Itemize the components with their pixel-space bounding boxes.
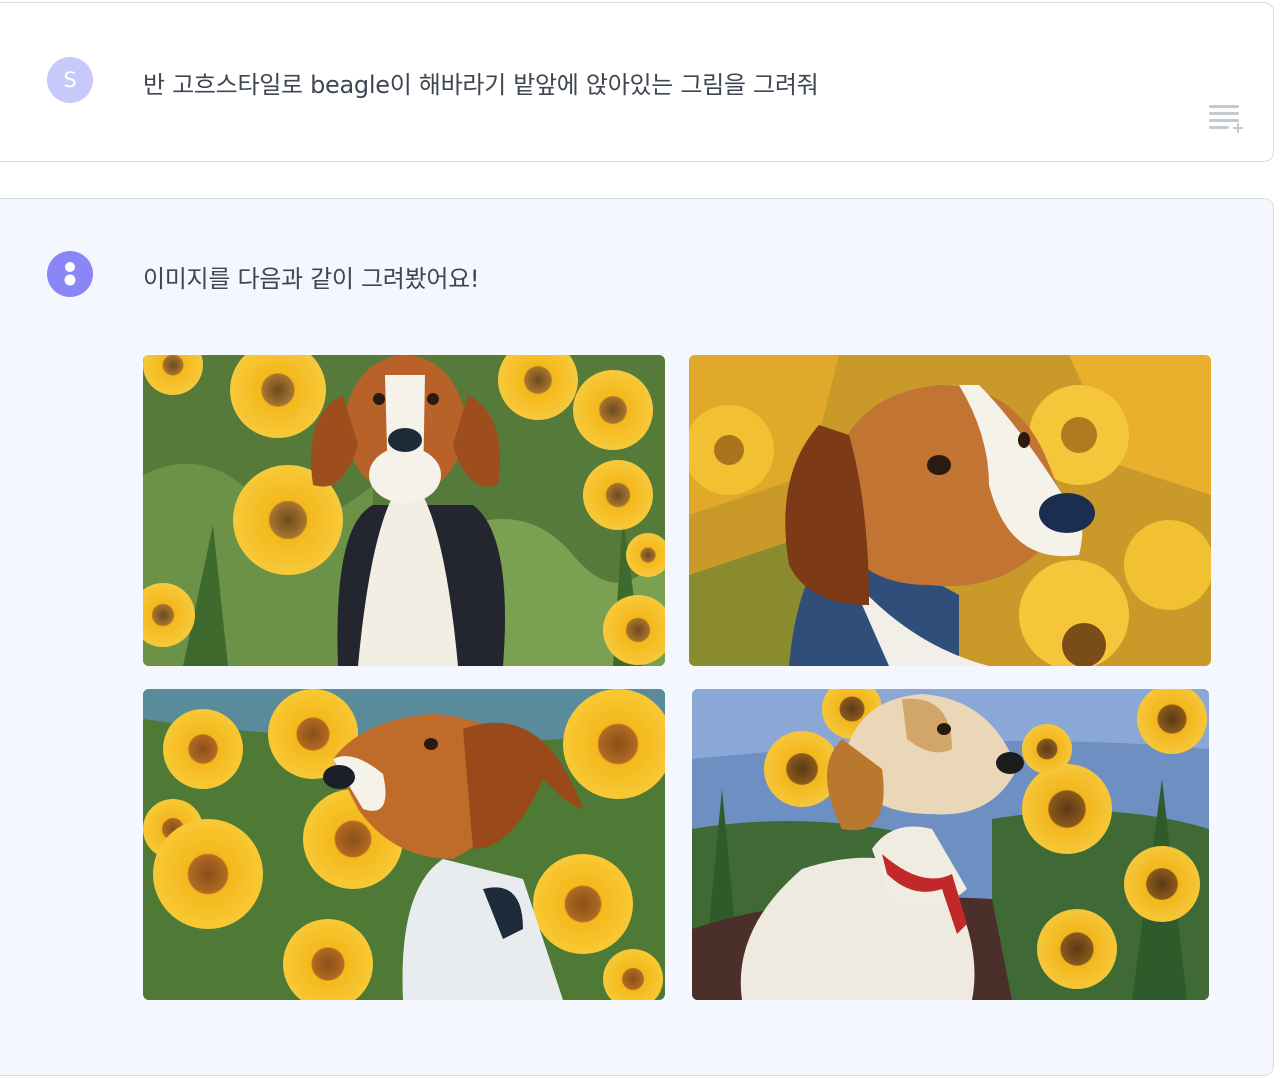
generated-image-grid (143, 355, 1211, 1000)
generated-image-3[interactable] (143, 689, 665, 1000)
assistant-logo-icon (47, 251, 93, 297)
assistant-message-card: 이미지를 다음과 같이 그려봤어요! (0, 198, 1274, 1076)
generated-image-1[interactable] (143, 355, 665, 666)
user-message-card: S 반 고흐스타일로 beagle이 해바라기 밭앞에 앉아있는 그림을 그려줘 (0, 2, 1274, 162)
user-message-text: 반 고흐스타일로 beagle이 해바라기 밭앞에 앉아있는 그림을 그려줘 (143, 71, 819, 99)
assistant-message-text: 이미지를 다음과 같이 그려봤어요! (143, 265, 480, 293)
generated-image-4[interactable] (692, 689, 1209, 1000)
user-avatar-initial: S (63, 68, 77, 92)
playlist-add-icon[interactable] (1205, 102, 1245, 138)
user-avatar: S (47, 57, 93, 103)
generated-image-2[interactable] (689, 355, 1211, 666)
